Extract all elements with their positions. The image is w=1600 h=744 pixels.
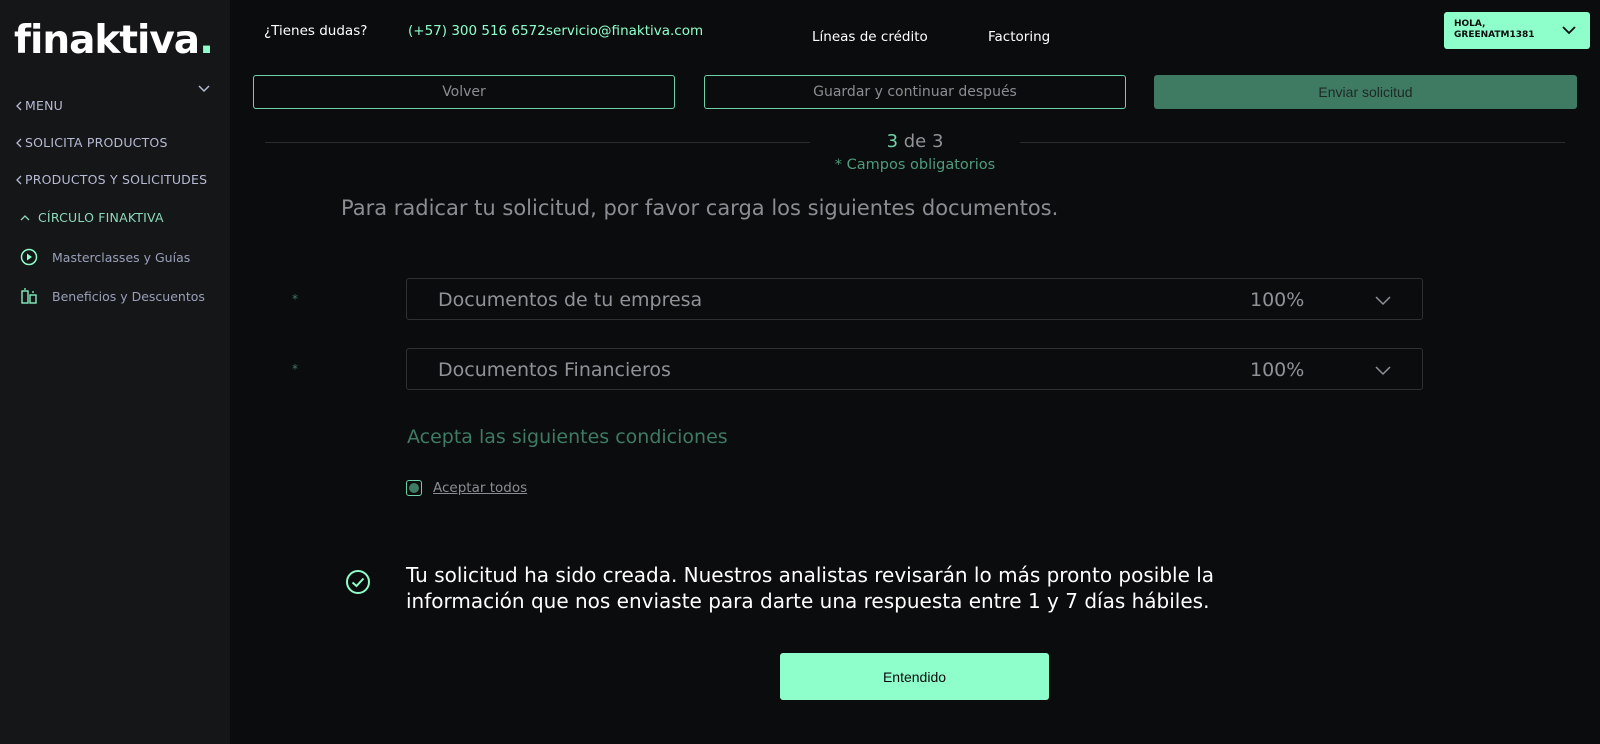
sidebar-subitem-masterclasses[interactable]: Masterclasses y Guías [20,248,190,266]
chevron-left-icon [16,101,22,110]
required-mark: * [292,362,298,376]
accordion-label: Documentos de tu empresa [438,289,703,311]
nav-lineas-credito[interactable]: Líneas de crédito [812,29,928,45]
chevron-down-icon[interactable] [197,82,211,96]
sidebar-subitem-label: Masterclasses y Guías [52,249,191,265]
chevron-down-icon [1375,366,1391,376]
documents-empresa-accordion[interactable]: Documentos de tu empresa 100% [406,278,1423,320]
sidebar-item-solicita-productos[interactable]: SOLICITA PRODUCTOS [15,135,168,150]
required-mark: * [292,292,298,306]
chevron-left-icon [16,138,22,147]
back-button[interactable]: Volver [253,75,675,109]
sidebar-item-menu[interactable]: MENU [15,98,63,113]
sidebar-subitem-label: Beneficios y Descuentos [52,288,205,304]
submit-request-button[interactable]: Enviar solicitud [1154,75,1577,109]
user-menu-button[interactable]: HOLA, GREENATM1381 [1444,12,1590,49]
divider [265,142,810,143]
chevron-up-icon [20,214,30,220]
finaktiva-logo[interactable]: finaktiva. [14,18,214,63]
chevron-down-icon [1562,26,1576,35]
chevron-down-icon [1375,296,1391,306]
divider [1020,142,1565,143]
save-later-button[interactable]: Guardar y continuar después [704,75,1126,109]
chevron-left-icon [16,175,22,184]
top-bar: ¿Tienes dudas? (+57) 300 516 6572 servic… [230,0,1600,66]
accordion-label: Documentos Financieros [438,359,671,381]
help-text: ¿Tienes dudas? [264,23,368,39]
documents-financieros-accordion[interactable]: Documentos Financieros 100% [406,348,1423,390]
step-total: 3 [931,131,944,152]
sidebar-item-label: CÍRCULO FINAKTIVA [38,210,164,225]
accept-all-radio[interactable] [406,480,422,496]
conditions-title: Acepta las siguientes condiciones [407,426,728,448]
step-indicator: 3 de 3 [820,131,1010,152]
check-circle-icon [346,570,370,594]
play-circle-icon [20,248,38,266]
radio-dot [409,483,419,493]
progress-percent: 100% [1250,359,1305,381]
confirm-button[interactable]: Entendido [780,653,1049,700]
progress-percent: 100% [1250,289,1305,311]
accept-all-option[interactable]: Aceptar todos [406,480,527,496]
nav-factoring[interactable]: Factoring [988,29,1050,45]
sidebar-item-circulo-finaktiva[interactable]: CÍRCULO FINAKTIVA [20,210,164,225]
success-line-2: información que nos enviaste para darte … [406,589,1210,613]
step-current: 3 [886,131,899,152]
step-separator: de [898,131,932,152]
sidebar: finaktiva. MENU SOLICITA PRODUCTOS PRODU… [0,0,230,744]
email-link[interactable]: servicio@finaktiva.com [546,23,703,39]
sidebar-item-label: PRODUCTOS Y SOLICITUDES [25,172,208,187]
sidebar-subitem-beneficios[interactable]: Beneficios y Descuentos [20,287,205,305]
benefits-icon [20,287,38,305]
phone-link[interactable]: (+57) 300 516 6572 [408,23,546,39]
required-fields-note: * Campos obligatorios [834,157,996,173]
success-message: Tu solicitud ha sido creada. Nuestros an… [406,562,1336,614]
sidebar-item-label: SOLICITA PRODUCTOS [25,135,168,150]
sidebar-item-productos-solicitudes[interactable]: PRODUCTOS Y SOLICITUDES [15,172,207,187]
page-instructions: Para radicar tu solicitud, por favor car… [341,196,1059,220]
accept-all-link[interactable]: Aceptar todos [433,480,527,496]
sidebar-item-label: MENU [25,98,63,113]
success-line-1: Tu solicitud ha sido creada. Nuestros an… [406,563,1215,587]
